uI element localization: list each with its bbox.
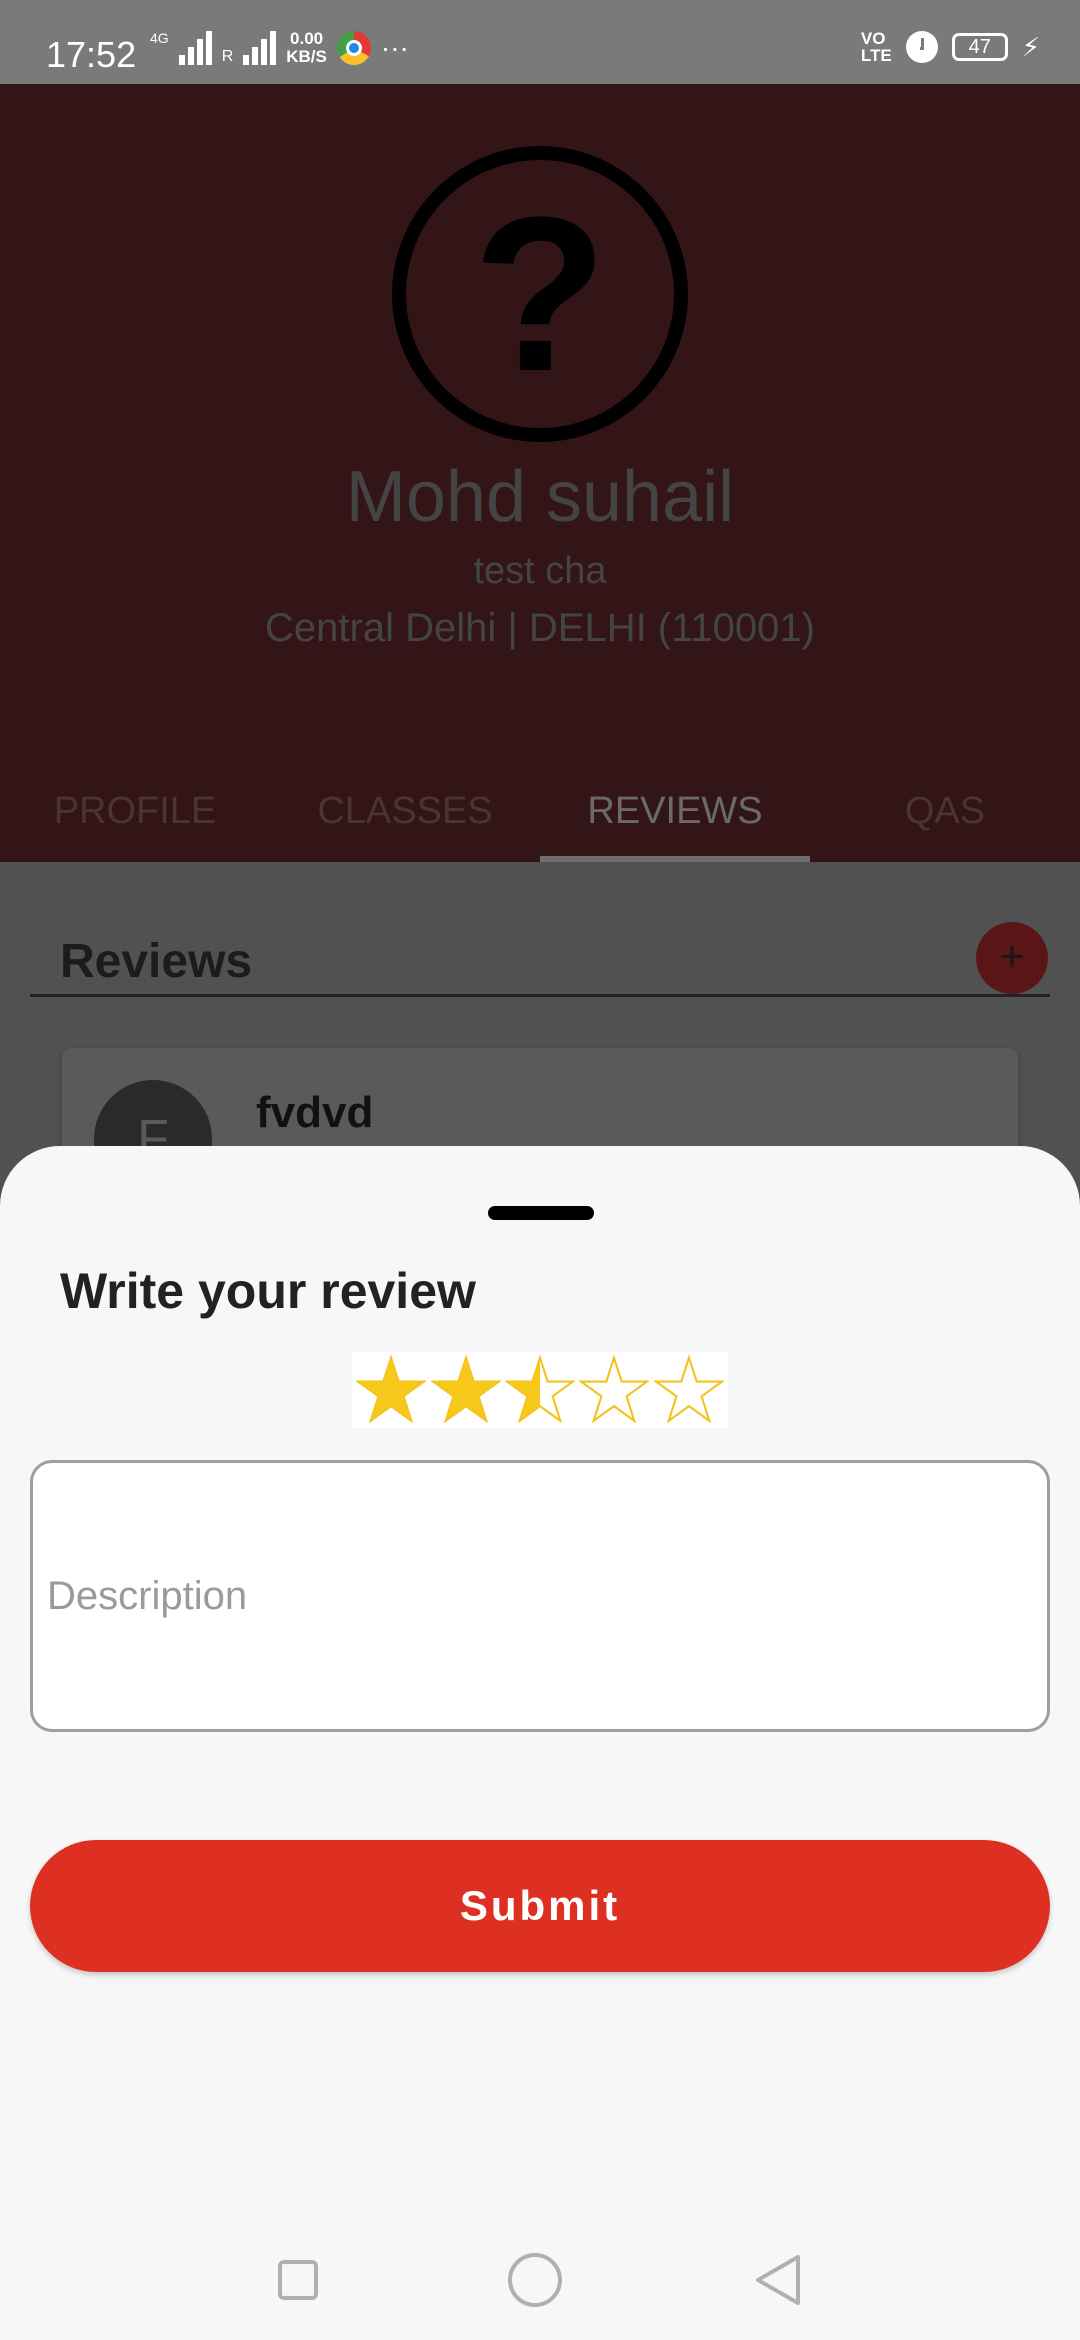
home-circle-icon[interactable] [508, 2253, 562, 2307]
reviewer-name: fvdvd [256, 1088, 374, 1137]
reviews-heading: Reviews [60, 935, 253, 988]
alarm-icon [905, 31, 938, 63]
status-left-icons: 4G R 0.00 KB/S ··· [150, 30, 409, 66]
tab-bar: PROFILE CLASSES REVIEWS QAS [0, 764, 1080, 862]
more-notifications: ··· [380, 32, 409, 63]
rating-star-icon[interactable] [579, 1355, 650, 1425]
tab-qas[interactable]: QAS [810, 764, 1080, 862]
system-nav-bar [0, 2220, 1080, 2340]
tab-profile[interactable]: PROFILE [0, 764, 270, 862]
description-input[interactable] [30, 1460, 1050, 1732]
tab-classes[interactable]: CLASSES [270, 764, 540, 862]
review-bottom-sheet: Write your review Submit [0, 1146, 1080, 2340]
unknown-avatar-icon: ? [392, 146, 688, 442]
add-review-button[interactable]: + [976, 922, 1048, 994]
profile-location: Central Delhi | DELHI (110001) [265, 606, 815, 650]
volte-icon: VO LTE [861, 30, 892, 64]
chrome-icon [336, 31, 371, 65]
back-triangle-icon[interactable] [752, 2253, 802, 2307]
status-right-icons: VO LTE 47 ⚡ [861, 30, 1040, 64]
network-type: 4G [150, 30, 169, 46]
rating-star-icon[interactable] [504, 1355, 575, 1425]
rating-star-icon[interactable] [653, 1355, 724, 1425]
profile-subtitle: test cha [473, 550, 607, 592]
status-time: 17:52 [46, 34, 137, 75]
charging-icon: ⚡ [1021, 31, 1040, 62]
status-bar: 17:52 4G R 0.00 KB/S ··· VO LTE 47 ⚡ [0, 0, 1080, 84]
net-speed: 0.00 KB/S [286, 30, 327, 66]
signal-icon-2 [243, 31, 277, 65]
rating-star-icon[interactable] [430, 1355, 501, 1425]
divider [30, 994, 1050, 997]
signal-icon [178, 31, 212, 65]
sheet-title: Write your review [60, 1263, 476, 1319]
profile-header: ? Mohd suhail test cha Central Delhi | D… [0, 84, 1080, 862]
tab-reviews[interactable]: REVIEWS [540, 764, 810, 862]
submit-button[interactable]: Submit [30, 1840, 1050, 1972]
roaming-label: R [221, 48, 234, 65]
net-speed-unit: KB/S [286, 47, 327, 66]
recents-square-icon[interactable] [278, 2260, 318, 2300]
rating-star-icon[interactable] [356, 1355, 427, 1425]
drag-handle[interactable] [488, 1206, 594, 1220]
profile-name: Mohd suhail [345, 457, 735, 537]
volte-bottom: LTE [860, 46, 892, 65]
net-speed-value: 0.00 [290, 29, 324, 48]
rating-bar[interactable] [352, 1352, 728, 1428]
battery-icon: 47 [951, 33, 1008, 61]
